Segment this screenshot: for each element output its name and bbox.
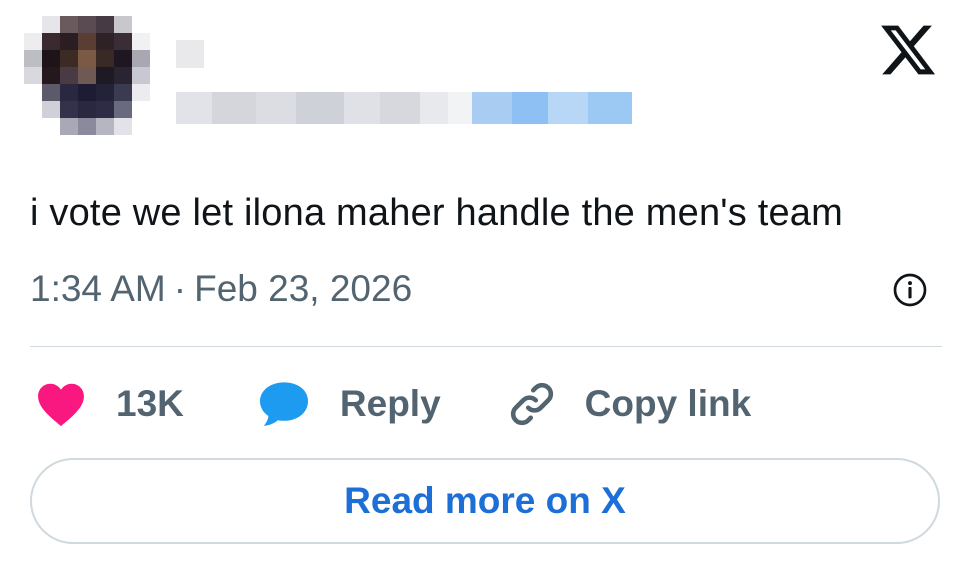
tweet-text: i vote we let ilona maher handle the men… (30, 192, 843, 234)
meta-separator: · (173, 268, 187, 309)
author-avatar[interactable] (24, 16, 168, 152)
x-logo-icon[interactable] (878, 20, 938, 80)
reply-button[interactable]: Reply (258, 380, 441, 428)
author-handle-obscured[interactable] (176, 92, 632, 124)
read-more-label: Read more on X (344, 480, 626, 521)
copy-link-label: Copy link (584, 383, 752, 424)
like-count: 13K (116, 383, 184, 424)
tweet-time: 1:34 AM (30, 268, 166, 309)
read-more-button[interactable]: Read more on X (30, 458, 940, 544)
copy-link-button[interactable]: Copy link (507, 379, 752, 429)
divider (30, 346, 942, 347)
tweet-timestamp[interactable]: 1:34 AM · Feb 23, 2026 (30, 267, 412, 311)
author-name-obscured[interactable] (176, 40, 204, 68)
heart-icon (38, 383, 84, 427)
tweet-actions: 13K Reply Copy link (36, 378, 751, 430)
like-button[interactable]: 13K (36, 381, 184, 427)
tweet-card: i vote we let ilona maher handle the men… (0, 0, 960, 568)
reply-label: Reply (339, 383, 441, 424)
link-icon (510, 382, 553, 426)
tweet-date: Feb 23, 2026 (194, 268, 413, 309)
info-icon[interactable] (892, 272, 928, 308)
speech-bubble-icon (259, 382, 308, 426)
